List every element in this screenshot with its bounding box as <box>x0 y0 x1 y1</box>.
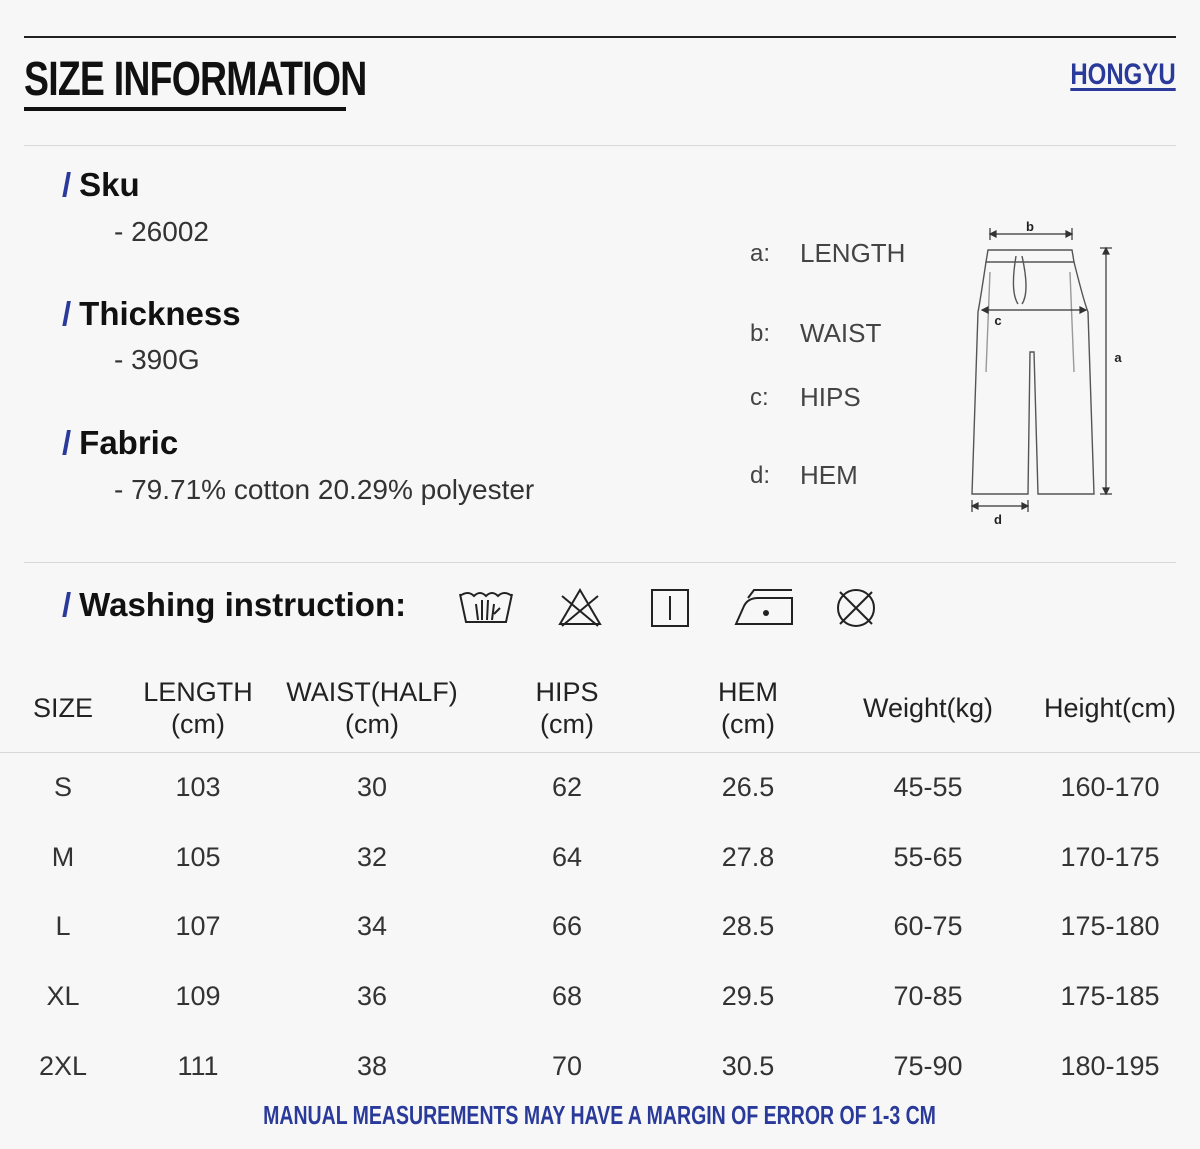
column-header-weight: Weight(kg) <box>836 664 1020 753</box>
table-row: S 103 30 62 26.5 45-55 160-170 <box>0 753 1200 823</box>
diagram-label-b: b <box>1026 219 1034 234</box>
table-header-row: SIZE LENGTH (cm) WAIST(HALF) (cm) HIPS (cm)… <box>0 664 1200 753</box>
cell-length: 103 <box>175 772 221 803</box>
column-header-length: LENGTH (cm) <box>126 664 270 753</box>
legend-label-hips: HIPS <box>800 382 861 412</box>
sku-heading: / Sku <box>62 166 140 203</box>
diagram-label-d: d <box>994 512 1002 527</box>
cell-waist: 36 <box>356 981 388 1012</box>
cell-weight: 60-75 <box>893 911 963 942</box>
legend-key-d: d: <box>750 462 771 489</box>
diagram-label-a: a <box>1114 350 1122 365</box>
title-underline <box>24 107 346 111</box>
cell-waist: 34 <box>356 911 388 942</box>
column-header-height: Height(cm) <box>1020 664 1200 753</box>
line-dry-icon <box>651 589 689 627</box>
fabric-heading: / Fabric <box>62 424 179 461</box>
cell-hem: 29.5 <box>721 981 775 1012</box>
cell-weight: 70-85 <box>893 981 963 1012</box>
cell-hem: 30.5 <box>721 1050 775 1081</box>
brand-link[interactable]: HONGYU <box>1071 58 1176 92</box>
cell-waist: 30 <box>356 772 388 803</box>
hand-wash-icon <box>459 592 513 623</box>
column-header-size: SIZE <box>0 664 126 753</box>
cell-height: 160-170 <box>1060 772 1160 803</box>
column-header-hem: HEM (cm) <box>660 664 836 753</box>
cell-size: XL <box>46 981 80 1012</box>
cell-size: S <box>53 772 72 803</box>
cell-weight: 55-65 <box>893 841 963 872</box>
cell-waist: 38 <box>356 1050 388 1081</box>
do-not-bleach-icon <box>558 588 602 627</box>
diagram-label-c: c <box>994 313 1001 328</box>
cell-height: 175-185 <box>1060 981 1160 1012</box>
page-title: SIZE INFORMATION <box>24 53 367 106</box>
cell-hem: 28.5 <box>721 911 775 942</box>
table-row: M 105 32 64 27.8 55-65 170-175 <box>0 823 1200 893</box>
cell-hips: 62 <box>551 772 583 803</box>
cell-size: M <box>51 841 75 872</box>
table-row: 2XL 111 38 70 30.5 75-90 180-195 <box>0 1031 1200 1101</box>
cell-hips: 70 <box>551 1050 583 1081</box>
sku-value: - 26002 <box>114 216 209 247</box>
legend-key-a: a: <box>750 240 771 267</box>
washing-heading: / Washing instruction: <box>62 586 407 623</box>
cell-waist: 32 <box>356 841 388 872</box>
cell-hips: 68 <box>551 981 583 1012</box>
cell-hips: 64 <box>551 841 583 872</box>
legend-label-length: LENGTH <box>800 238 906 268</box>
legend-key-b: b: <box>750 320 771 347</box>
do-not-tumble-dry-icon <box>837 589 875 627</box>
table-row: L 107 34 66 28.5 60-75 175-180 <box>0 892 1200 962</box>
column-header-hips: HIPS (cm) <box>474 664 660 753</box>
legend-label-waist: WAIST <box>800 318 882 348</box>
table-row: XL 109 36 68 29.5 70-85 175-185 <box>0 962 1200 1032</box>
thickness-value: - 390G <box>114 344 200 375</box>
divider <box>24 145 1176 146</box>
top-rule <box>24 36 1176 38</box>
divider <box>24 562 1176 563</box>
cell-length: 111 <box>177 1050 219 1081</box>
column-header-waist: WAIST(HALF) (cm) <box>270 664 474 753</box>
cell-hem: 27.8 <box>721 841 775 872</box>
cell-weight: 75-90 <box>893 1050 963 1081</box>
cell-length: 107 <box>175 911 221 942</box>
thickness-heading: / Thickness <box>62 295 241 332</box>
pants-measurement-diagram: b c a d <box>970 219 1122 527</box>
measurement-note: MANUAL MEASUREMENTS MAY HAVE A MARGIN OF… <box>263 1100 937 1130</box>
cell-weight: 45-55 <box>893 772 963 803</box>
legend-label-hem: HEM <box>800 460 858 490</box>
cell-height: 170-175 <box>1060 841 1160 872</box>
iron-icon <box>734 589 793 625</box>
cell-hem: 26.5 <box>721 772 775 803</box>
cell-size: L <box>55 911 71 942</box>
cell-height: 175-180 <box>1060 911 1160 942</box>
cell-hips: 66 <box>551 911 583 942</box>
cell-length: 105 <box>175 841 221 872</box>
cell-height: 180-195 <box>1060 1050 1160 1081</box>
size-table: SIZE LENGTH (cm) WAIST(HALF) (cm) HIPS (cm)… <box>0 664 1200 1101</box>
legend-key-c: c: <box>750 384 769 411</box>
cell-length: 109 <box>175 981 221 1012</box>
cell-size: 2XL <box>38 1050 88 1081</box>
fabric-value: - 79.71% cotton 20.29% polyester <box>114 474 535 505</box>
